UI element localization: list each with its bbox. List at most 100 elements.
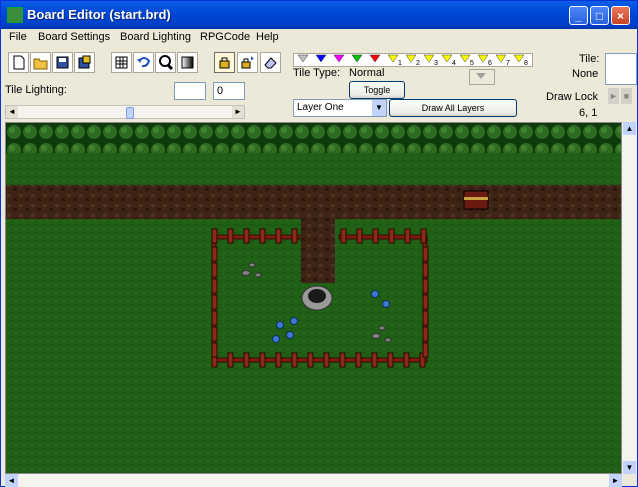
fence-post [307, 352, 314, 368]
palette-arrow-2[interactable] [333, 54, 345, 63]
undo-icon[interactable] [133, 52, 154, 73]
fence-post [243, 352, 250, 368]
layer-select[interactable]: Layer One ▼ [293, 99, 387, 117]
fence-post [211, 326, 218, 342]
fence-post [372, 228, 379, 244]
palette-arrow-0[interactable] [297, 54, 309, 63]
fence-post [291, 352, 298, 368]
menu-help[interactable]: Help [256, 31, 279, 43]
palette-arrow-7[interactable] [423, 54, 435, 63]
palette-arrow-9[interactable] [459, 54, 471, 63]
fence-post [422, 326, 429, 342]
title-bar[interactable]: Board Editor (start.brd) _ □ × [1, 1, 637, 29]
board-map[interactable] [6, 123, 622, 474]
toolbar-area: 12345678 Tile Type: Normal Toggle Tile: … [1, 48, 637, 122]
tile-type-palette[interactable]: 1 2 3 4 5 6 7 8 [293, 53, 533, 67]
tile-lighting-label: Tile Lighting: [5, 84, 67, 96]
scroll-left-arrow[interactable]: ◄ [5, 474, 18, 487]
toggle-button[interactable]: Toggle [349, 81, 405, 99]
save-all-icon[interactable] [74, 52, 95, 73]
scroll-right-arrow[interactable]: ► [609, 474, 622, 487]
window-title: Board Editor (start.brd) [27, 7, 171, 22]
chevron-down-icon[interactable]: ▼ [372, 100, 386, 116]
vertical-scrollbar[interactable]: ▲ ▼ [622, 122, 637, 474]
fence-post [259, 352, 266, 368]
treasure-chest-icon[interactable] [463, 190, 489, 210]
fence-post [355, 352, 362, 368]
draw-lock-label: Draw Lock [546, 91, 598, 103]
fence-post [211, 262, 218, 278]
app-icon [7, 7, 23, 23]
save-icon[interactable] [52, 52, 73, 73]
tile-lighting-slider[interactable]: ◄ ► [5, 105, 245, 119]
menu-rpgcode[interactable]: RPGCode [200, 31, 250, 43]
open-folder-icon[interactable] [30, 52, 51, 73]
scroll-up-arrow[interactable]: ▲ [623, 122, 636, 135]
well-icon[interactable] [301, 285, 333, 311]
fence-post [227, 228, 234, 244]
tile-lighting-color[interactable] [174, 82, 206, 100]
fence-post [275, 352, 282, 368]
palette-marker-5: 5 [470, 60, 474, 66]
palette-arrow-3[interactable] [351, 54, 363, 63]
lock-tile-icon[interactable] [214, 52, 235, 73]
fence-post [211, 246, 218, 262]
fence-post [211, 228, 218, 244]
fence-post [243, 228, 250, 244]
menu-file[interactable]: File [9, 31, 27, 43]
slider-right-arrow[interactable]: ► [232, 106, 244, 118]
close-button[interactable]: × [611, 6, 630, 25]
palette-arrows[interactable]: 1 2 3 4 5 6 7 8 [294, 54, 532, 67]
menu-board-lighting[interactable]: Board Lighting [120, 31, 191, 43]
draw-all-layers-button[interactable]: Draw All Layers [389, 99, 517, 117]
palette-marker-6: 6 [488, 60, 492, 66]
layer-select-value: Layer One [297, 102, 344, 113]
palette-marker-4: 4 [452, 60, 456, 66]
fence-post [371, 352, 378, 368]
fence-post [211, 294, 218, 310]
fence-post [339, 352, 346, 368]
magnify-icon[interactable] [155, 52, 176, 73]
lock-light-icon[interactable] [237, 52, 258, 73]
horizontal-scrollbar[interactable]: ◄ ► [5, 474, 622, 487]
gradient-icon[interactable] [177, 52, 198, 73]
fence-post [422, 294, 429, 310]
fence-post [422, 262, 429, 278]
palette-arrow-6[interactable] [405, 54, 417, 63]
board-canvas[interactable] [5, 122, 622, 474]
tile-type-preview [469, 69, 495, 85]
grid-icon[interactable] [111, 52, 132, 73]
board-editor-window: Board Editor (start.brd) _ □ × File Boar… [0, 0, 638, 487]
scroll-down-arrow[interactable]: ▼ [623, 461, 636, 474]
palette-arrow-11[interactable] [495, 54, 507, 63]
tile-lighting-input[interactable]: 0 [213, 82, 245, 100]
tile-preview [605, 53, 637, 85]
fence-post [387, 352, 394, 368]
slider-thumb[interactable] [126, 107, 134, 119]
nav-stop-icon[interactable]: ■ [621, 88, 632, 104]
fence-post [259, 228, 266, 244]
fence-post [420, 228, 427, 244]
fence-post [422, 246, 429, 262]
menu-bar: File Board Settings Board Lighting RPGCo… [1, 29, 637, 47]
maximize-button[interactable]: □ [590, 6, 609, 25]
fence-post [291, 228, 298, 244]
fence-post [422, 310, 429, 326]
minimize-button[interactable]: _ [569, 6, 588, 25]
fence-post [227, 352, 234, 368]
new-file-icon[interactable] [8, 52, 29, 73]
nav-right-icon[interactable]: ► [608, 88, 619, 104]
palette-arrow-5[interactable] [387, 54, 399, 63]
palette-arrow-12[interactable] [513, 54, 525, 63]
menu-board-settings[interactable]: Board Settings [38, 31, 110, 43]
palette-arrow-4[interactable] [369, 54, 381, 63]
slider-left-arrow[interactable]: ◄ [6, 106, 18, 118]
palette-marker-2: 2 [416, 60, 420, 66]
eraser-icon[interactable] [260, 52, 281, 73]
palette-arrow-8[interactable] [441, 54, 453, 63]
fence-post [356, 228, 363, 244]
fence-post [211, 342, 218, 358]
fence-post [422, 342, 429, 358]
palette-arrow-10[interactable] [477, 54, 489, 63]
palette-arrow-1[interactable] [315, 54, 327, 63]
